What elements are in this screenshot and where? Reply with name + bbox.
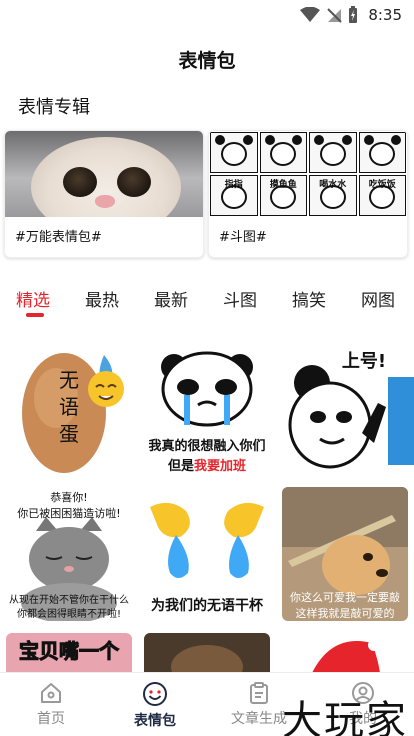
watermark: 大玩家: [282, 698, 408, 736]
page-title: 表情包: [178, 50, 236, 72]
doge-caption-line2: 这样我就是敲可爱的: [295, 607, 395, 620]
album-card-universal[interactable]: #万能表情包#: [4, 130, 204, 258]
doge-caption-line1: 你这么可爱我一定要敲: [290, 591, 400, 604]
clipboard-icon: [250, 682, 268, 704]
panda-grid-image: 指指 摸鱼鱼 喝水水 吃饭饭: [209, 131, 407, 217]
meme-baby-kiss[interactable]: 宝贝嘴一个: [6, 633, 132, 673]
smiley-icon: [143, 682, 167, 706]
no-signal-icon: [327, 8, 343, 23]
baby-caption: 宝贝嘴一个: [19, 639, 120, 664]
panda-shout-caption: 上号!: [341, 351, 387, 372]
santa-hat-illustration: [312, 639, 380, 673]
meme-toast-drops[interactable]: 为我们的无语干杯: [144, 487, 270, 621]
cat-caption-bottom1: 从现在开始不管你在干什么: [9, 595, 129, 606]
meme-panda-cry[interactable]: 我真的很想融入你们 但是我要加班: [144, 343, 270, 477]
panda-cry-line2-highlight: 我要加班: [194, 459, 247, 474]
tab-web-images[interactable]: 网图: [361, 286, 395, 311]
meme-egg[interactable]: 无语蛋: [6, 343, 132, 477]
album-list: #万能表情包# 指指 摸鱼鱼 喝水水 吃饭饭 #斗图#: [4, 130, 412, 258]
tab-hottest[interactable]: 最热: [85, 286, 119, 311]
nav-stickers[interactable]: 表情包: [110, 681, 200, 730]
status-bar: 8:35: [0, 0, 414, 30]
active-tab-indicator: [26, 313, 44, 317]
bear-illustration: [144, 633, 270, 673]
drops-caption: 为我们的无语干杯: [151, 598, 263, 614]
cat-caption-top1: 恭喜你!: [50, 491, 88, 504]
meme-sleepy-cat[interactable]: 恭喜你! 你已被困困猫造访啦! 从现在开始不管你在干什么 你都会困得眼睛不开啦!: [6, 487, 132, 621]
meme-santa-hat[interactable]: [282, 633, 408, 673]
album-card-doutu[interactable]: 指指 摸鱼鱼 喝水水 吃饭饭 #斗图#: [208, 130, 408, 258]
category-tabs: 精选 最热 最新 斗图 搞笑 网图: [0, 286, 414, 318]
status-time: 8:35: [368, 6, 402, 24]
meme-panda-shout[interactable]: 上号!: [282, 343, 414, 477]
cat-closeup-image: [5, 131, 203, 217]
tab-funny[interactable]: 搞笑: [292, 286, 326, 311]
nav-home[interactable]: 首页: [6, 681, 96, 728]
tab-newest[interactable]: 最新: [154, 286, 188, 311]
panda-cry-line2: 但是我要加班: [144, 455, 270, 474]
panda-caption: 喝水水: [319, 180, 347, 190]
wifi-icon: [300, 7, 321, 22]
panda-cry-line1: 我真的很想融入你们: [148, 439, 266, 454]
meme-bear[interactable]: [144, 633, 270, 673]
panda-caption: 吃饭饭: [368, 180, 396, 190]
cat-caption-top2: 你已被困困猫造访啦!: [17, 507, 121, 520]
cat-caption-bottom2: 你都会困得眼睛不开啦!: [16, 609, 121, 620]
album-label: #万能表情包#: [15, 230, 102, 245]
tab-doutu[interactable]: 斗图: [223, 286, 257, 311]
panda-caption: 摸鱼鱼: [269, 180, 297, 190]
battery-charging-icon: [349, 6, 358, 23]
album-label: #斗图#: [219, 230, 267, 245]
nav-home-label: 首页: [37, 711, 65, 727]
egg-caption: 无语蛋: [59, 368, 79, 446]
tab-featured[interactable]: 精选: [16, 286, 50, 311]
nav-stickers-label: 表情包: [134, 713, 176, 729]
meme-doge-bat[interactable]: 你这么可爱我一定要敲 这样我就是敲可爱的: [282, 487, 408, 621]
panda-cry-line2-start: 但是: [167, 459, 194, 474]
albums-section-title: 表情专辑: [18, 97, 90, 118]
home-icon: [41, 683, 61, 703]
status-icons: 8:35: [300, 5, 402, 25]
meme-grid: 无语蛋 我真的很想融入你们 但是我要加班 上号! 恭喜你! 你已被困困猫造访啦!…: [0, 343, 414, 673]
panda-caption: 指指: [224, 180, 243, 190]
